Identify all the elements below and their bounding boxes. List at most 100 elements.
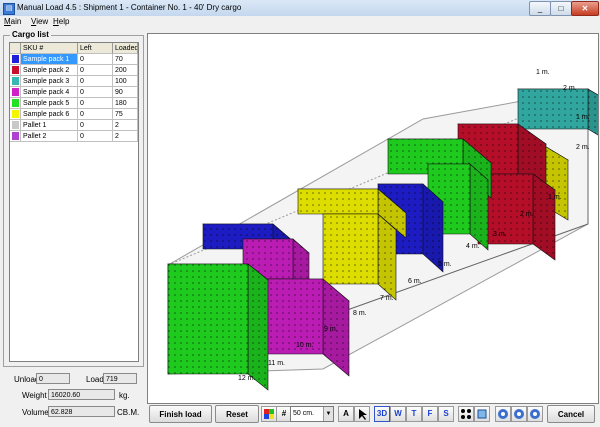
weight-label: Weight bbox=[22, 391, 47, 400]
header-loaded[interactable]: Loaded bbox=[113, 43, 138, 54]
unload-value: 0 bbox=[36, 373, 70, 384]
dots-grid-icon bbox=[461, 409, 471, 419]
color-palette-icon bbox=[264, 409, 274, 419]
view-w-button[interactable]: W bbox=[390, 406, 406, 422]
color-swatch-cell bbox=[10, 109, 21, 120]
cargo-teal-top-front-texture bbox=[518, 89, 588, 129]
rotate-left-icon[interactable] bbox=[495, 406, 511, 422]
color-swatch-cell bbox=[10, 54, 21, 65]
meter-label: 2 m. bbox=[520, 211, 534, 218]
load-label: Load bbox=[86, 375, 104, 384]
sku-cell: Sample pack 1 bbox=[21, 54, 78, 65]
meter-label: 6 m. bbox=[408, 278, 422, 285]
zoom-value: 50 cm. bbox=[293, 410, 315, 417]
loaded-cell: 90 bbox=[113, 87, 138, 98]
loaded-cell: 100 bbox=[113, 76, 138, 87]
loaded-cell: 180 bbox=[113, 98, 138, 109]
table-row[interactable]: Sample pack 2 0 200 bbox=[10, 65, 138, 76]
sku-cell: Sample pack 3 bbox=[21, 76, 78, 87]
close-button[interactable]: ✕ bbox=[571, 1, 599, 16]
view-t-button[interactable]: T bbox=[406, 406, 422, 422]
table-row[interactable]: Sample pack 6 0 75 bbox=[10, 109, 138, 120]
meter-label: 4 m. bbox=[466, 243, 480, 250]
meter-label: 2 m. bbox=[563, 85, 577, 92]
title-bar: ▤ Manual Load 4.5 : Shipment 1 - Contain… bbox=[0, 0, 600, 17]
meter-label: 1 m. bbox=[576, 114, 590, 121]
maximize-button[interactable]: □ bbox=[550, 1, 572, 16]
finish-load-button[interactable]: Finish load bbox=[149, 405, 212, 423]
left-cell: 0 bbox=[78, 65, 113, 76]
table-row[interactable]: Sample pack 5 0 180 bbox=[10, 98, 138, 109]
rotate-up-icon bbox=[514, 409, 524, 419]
pointer-icon[interactable] bbox=[354, 406, 370, 422]
left-cell: 0 bbox=[78, 76, 113, 87]
dots-grid-icon[interactable] bbox=[458, 406, 474, 422]
container-3d-scene[interactable]: 1 m. 2 m. 1 m. 2 m. 1 m. 2 m. 3 m. 4 m. 5 m. 6 m.… bbox=[148, 34, 598, 403]
bottom-toolbar: Finish load Reset # 50 cm. ▼ A 3D W T F … bbox=[145, 403, 600, 427]
fit-view-icon[interactable] bbox=[474, 406, 490, 422]
left-cell: 0 bbox=[78, 98, 113, 109]
table-row[interactable]: Sample pack 3 0 100 bbox=[10, 76, 138, 87]
loaded-cell: 70 bbox=[113, 54, 138, 65]
menu-main[interactable]: Main bbox=[4, 17, 21, 26]
rotate-up-icon[interactable] bbox=[511, 406, 527, 422]
fit-view-icon bbox=[477, 409, 487, 419]
cancel-button[interactable]: Cancel bbox=[547, 405, 595, 423]
cargo-yellow-col-front-texture bbox=[323, 214, 378, 284]
meter-label: 3 m. bbox=[493, 231, 507, 238]
menu-view[interactable]: View bbox=[31, 17, 48, 26]
meter-label: 8 m. bbox=[353, 310, 367, 317]
header-sku[interactable]: SKU # bbox=[21, 43, 78, 54]
view-3d-button[interactable]: 3D bbox=[374, 406, 390, 422]
zoom-select[interactable]: 50 cm. ▼ bbox=[290, 406, 334, 422]
table-row[interactable]: Pallet 202 bbox=[10, 131, 138, 142]
view-f-button[interactable]: F bbox=[422, 406, 438, 422]
meter-label: 9 m. bbox=[324, 326, 338, 333]
weight-value: 16020.60 bbox=[48, 389, 115, 400]
color-swatch bbox=[12, 132, 19, 140]
sku-cell: Sample pack 2 bbox=[21, 65, 78, 76]
color-swatch bbox=[12, 55, 19, 63]
rotate-right-icon bbox=[530, 409, 540, 419]
color-swatch bbox=[12, 77, 19, 85]
view-s-button[interactable]: S bbox=[438, 406, 454, 422]
color-swatch-cell bbox=[10, 65, 21, 76]
rotate-right-icon[interactable] bbox=[527, 406, 543, 422]
meter-label: 11 m. bbox=[268, 360, 285, 367]
pointer-icon bbox=[359, 409, 367, 420]
font-icon[interactable]: A bbox=[338, 406, 354, 422]
sku-cell: Sample pack 6 bbox=[21, 109, 78, 120]
loaded-cell: 2 bbox=[113, 131, 138, 142]
loaded-cell: 2 bbox=[113, 120, 138, 131]
cargo-green-front-front-texture bbox=[168, 264, 248, 374]
meter-label: 12 m. bbox=[238, 375, 256, 382]
color-swatch-cell bbox=[10, 98, 21, 109]
window-title: Manual Load 4.5 : Shipment 1 - Container… bbox=[17, 3, 242, 12]
left-cell: 0 bbox=[78, 54, 113, 65]
cargo-green-front-side-texture bbox=[248, 264, 268, 390]
menu-help[interactable]: Help bbox=[53, 17, 69, 26]
reset-button[interactable]: Reset bbox=[215, 405, 259, 423]
table-header: SKU # Left Loaded bbox=[10, 43, 138, 54]
left-cell: 0 bbox=[78, 120, 113, 131]
color-palette-icon[interactable] bbox=[261, 406, 277, 422]
meter-label: 1 m. bbox=[548, 194, 562, 201]
table-row[interactable]: Pallet 102 bbox=[10, 120, 138, 131]
meter-label: 10 m. bbox=[296, 342, 314, 349]
meter-label: 2 m. bbox=[576, 144, 590, 151]
weight-unit: kg. bbox=[119, 391, 130, 400]
table-row[interactable]: Sample pack 1 0 70 bbox=[10, 54, 138, 65]
header-left[interactable]: Left bbox=[78, 43, 113, 54]
sku-cell: Pallet 2 bbox=[21, 131, 78, 142]
loaded-cell: 200 bbox=[113, 65, 138, 76]
cargo-table[interactable]: SKU # Left Loaded Sample pack 1 0 70 Sample… bbox=[9, 42, 139, 362]
menu-bar: Main View Help bbox=[0, 16, 600, 28]
sku-cell: Sample pack 4 bbox=[21, 87, 78, 98]
left-cell: 0 bbox=[78, 109, 113, 120]
cargo-list-title: Cargo list bbox=[10, 30, 51, 39]
table-row[interactable]: Sample pack 4 0 90 bbox=[10, 87, 138, 98]
minimize-button[interactable]: _ bbox=[529, 1, 551, 16]
meter-label: 7 m. bbox=[380, 295, 394, 302]
container-3d-view[interactable]: 1 m. 2 m. 1 m. 2 m. 1 m. 2 m. 3 m. 4 m. 5 m. 6 m.… bbox=[147, 33, 599, 404]
load-value: 719 bbox=[103, 373, 137, 384]
